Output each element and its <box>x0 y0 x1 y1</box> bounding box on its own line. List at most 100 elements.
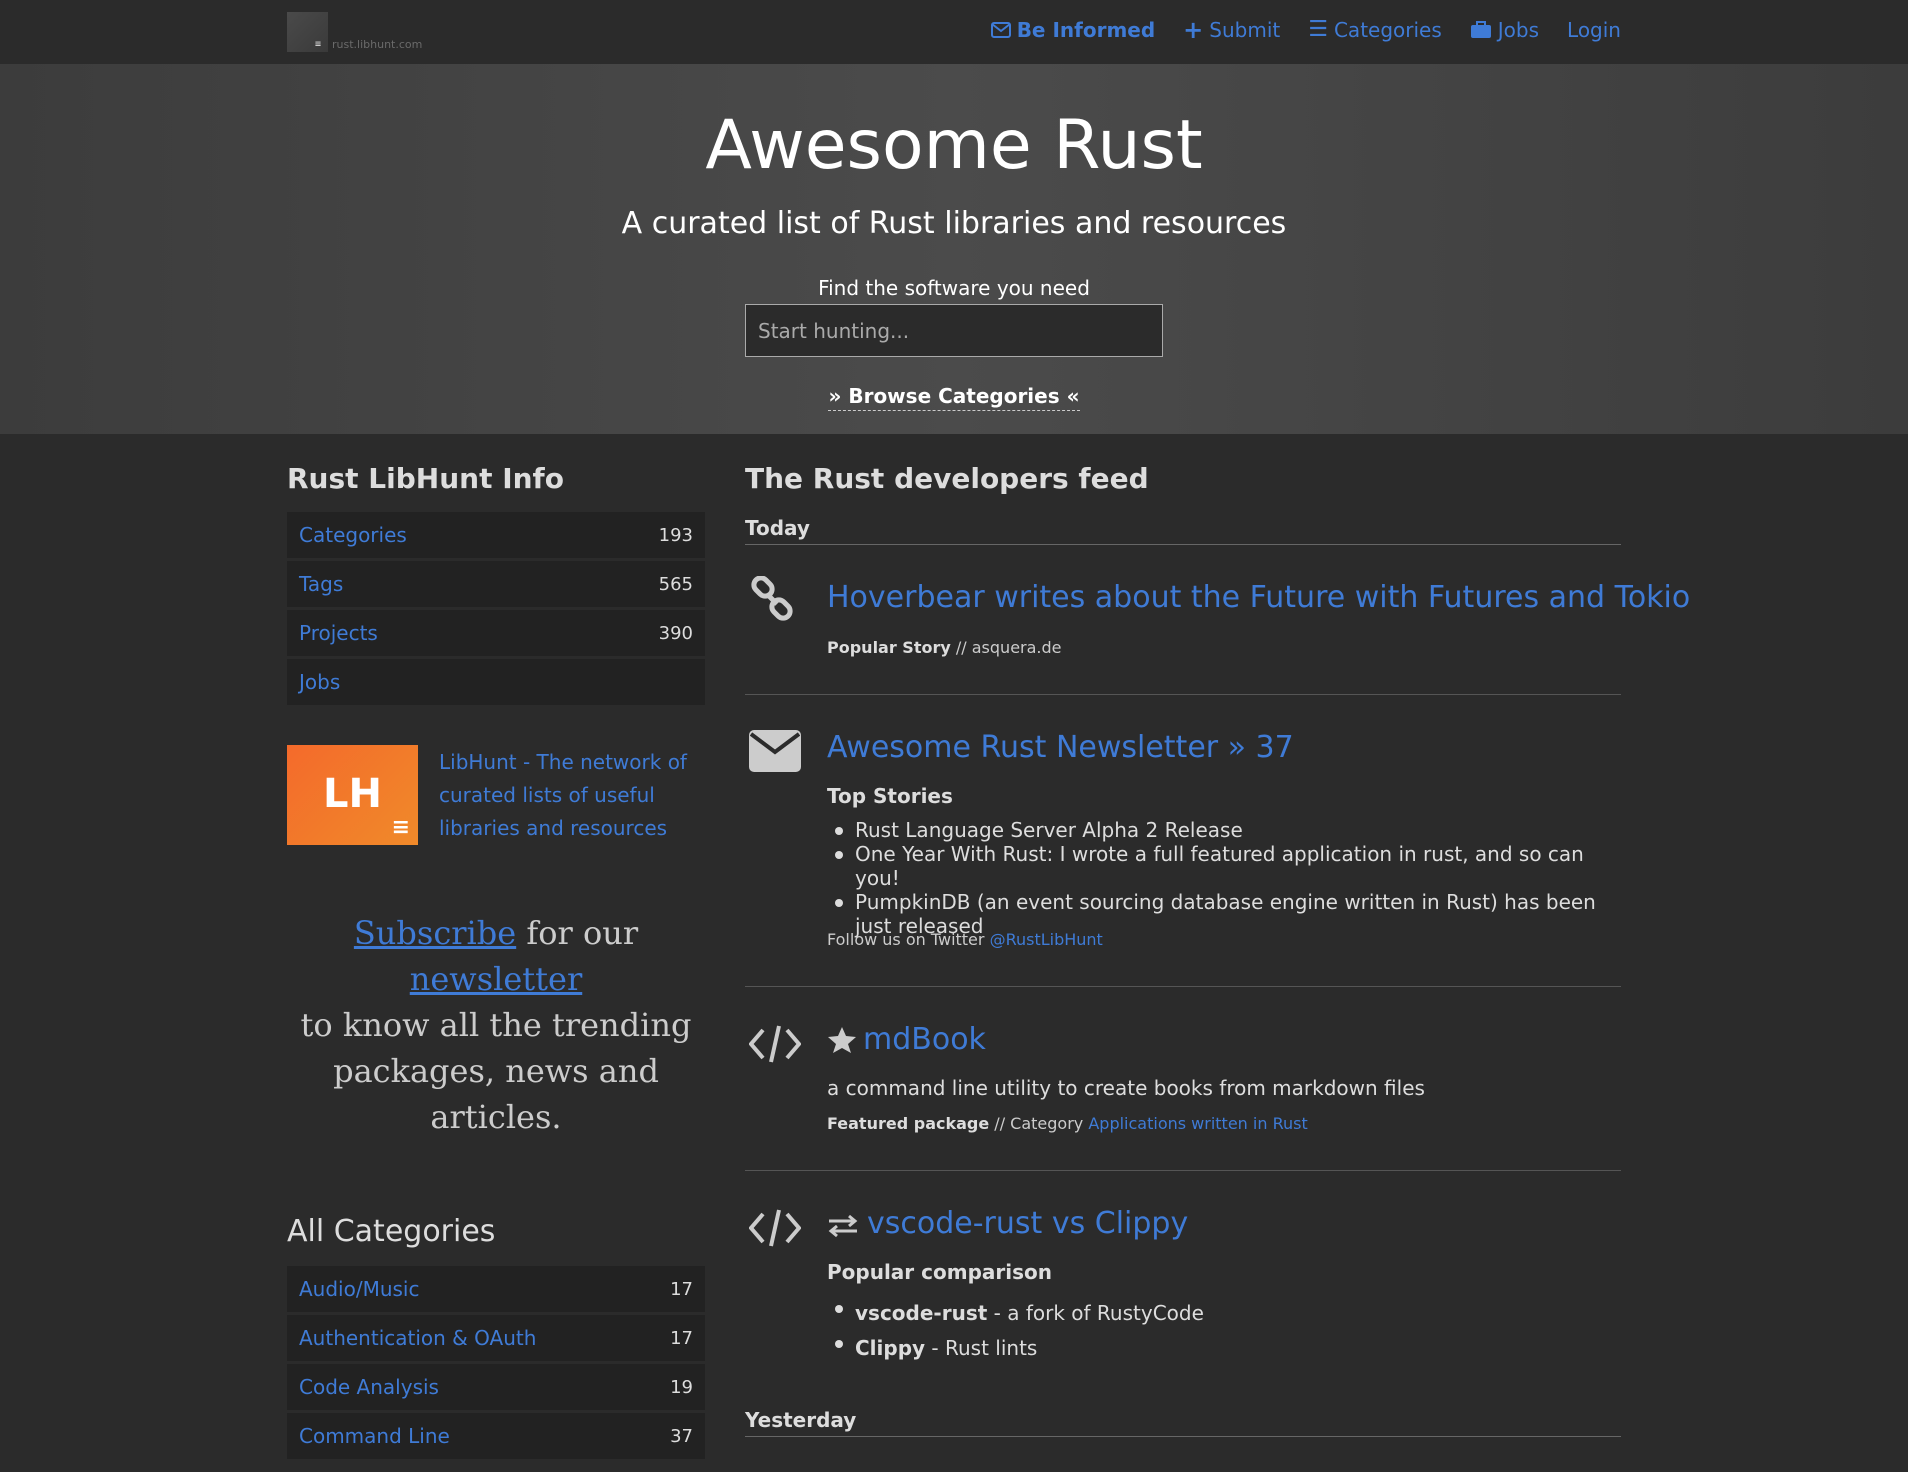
top-stories-heading: Top Stories <box>827 784 953 808</box>
link-icon <box>751 576 793 621</box>
category-list: Audio/Music 17 Authentication & OAuth 17 C… <box>287 1266 705 1462</box>
info-count: 390 <box>658 622 693 644</box>
top-stories-list: Rust Language Server Alpha 2 Release One… <box>827 818 1617 938</box>
newsletter-link[interactable]: newsletter <box>410 960 582 998</box>
comparison-item[interactable]: vscode-rust - a fork of RustyCode <box>827 1296 1617 1331</box>
meta-source: asquera.de <box>971 638 1062 657</box>
nav-menu: Be Informed + Submit ☰ Categories Jobs L… <box>990 18 1621 42</box>
browse-categories-link[interactable]: » Browse Categories « <box>0 384 1908 411</box>
info-count: 193 <box>658 524 693 546</box>
nav-label: Be Informed <box>1016 18 1156 42</box>
feed-item-meta: Featured package // Category Application… <box>827 1114 1308 1133</box>
comparison-item[interactable]: Clippy - Rust lints <box>827 1331 1617 1366</box>
subscribe-text: for our <box>526 914 639 952</box>
site-logo[interactable] <box>287 12 328 52</box>
package-description: a command line utility to create books f… <box>827 1076 1425 1100</box>
menu-icon: ≡ <box>391 815 410 840</box>
feed-item-meta: Popular Story // asquera.de <box>827 638 1062 657</box>
nav-submit[interactable]: + Submit <box>1183 18 1280 42</box>
info-label: Categories <box>299 523 407 547</box>
follow-twitter: Follow us on Twitter @RustLibHunt <box>827 930 1103 949</box>
category-count: 17 <box>670 1327 693 1349</box>
libhunt-logo-text: LH <box>323 771 382 817</box>
nav-be-informed[interactable]: Be Informed <box>990 18 1156 42</box>
list-icon: ☰ <box>1308 17 1328 42</box>
info-label: Jobs <box>299 670 341 694</box>
exchange-icon <box>828 1214 858 1238</box>
category-item[interactable]: Audio/Music 17 <box>287 1266 705 1312</box>
project-desc: - a fork of RustyCode <box>987 1301 1204 1325</box>
subscribe-block: Subscribe for our newsletter to know all… <box>287 910 705 1140</box>
project-name[interactable]: Clippy <box>855 1336 925 1360</box>
category-item[interactable]: Command Line 37 <box>287 1413 705 1459</box>
feed-item-title[interactable]: Awesome Rust Newsletter » 37 <box>827 730 1294 765</box>
category-item[interactable]: Authentication & OAuth 17 <box>287 1315 705 1361</box>
category-label: Code Analysis <box>299 1375 439 1399</box>
feed-heading: The Rust developers feed <box>745 462 1149 495</box>
envelope-icon <box>990 22 1011 38</box>
day-heading-today: Today <box>745 516 1621 545</box>
nav-jobs[interactable]: Jobs <box>1470 18 1539 42</box>
search-input[interactable] <box>745 304 1163 357</box>
category-count: 37 <box>670 1425 693 1447</box>
libhunt-logo[interactable]: LH ≡ <box>287 745 418 845</box>
meta-kind: Featured package <box>827 1114 990 1133</box>
category-count: 19 <box>670 1376 693 1398</box>
category-label: Command Line <box>299 1424 450 1448</box>
meta-kind: Popular Story <box>827 638 951 657</box>
code-icon <box>749 1209 801 1247</box>
hero-banner: Awesome Rust A curated list of Rust libr… <box>0 64 1908 434</box>
libhunt-link[interactable]: LibHunt - The network of curated lists o… <box>439 746 699 845</box>
code-icon <box>749 1025 801 1063</box>
info-item-projects[interactable]: Projects 390 <box>287 610 705 656</box>
category-item[interactable]: Code Analysis 19 <box>287 1364 705 1410</box>
info-label: Tags <box>299 572 344 596</box>
site-domain[interactable]: rust.libhunt.com <box>332 38 422 51</box>
all-categories-heading: All Categories <box>287 1214 496 1249</box>
story-link[interactable]: One Year With Rust: I wrote a full featu… <box>827 842 1617 890</box>
feed-item-title[interactable]: Hoverbear writes about the Future with F… <box>827 580 1690 615</box>
feed-item-title[interactable]: mdBook <box>863 1022 986 1057</box>
divider <box>745 1170 1621 1171</box>
subscribe-tail: to know all the trending packages, news … <box>300 1006 692 1136</box>
info-label: Projects <box>299 621 378 645</box>
nav-label: Submit <box>1209 18 1281 42</box>
browse-categories-label: » Browse Categories « <box>828 384 1080 411</box>
category-label: Authentication & OAuth <box>299 1326 537 1350</box>
top-navbar: ≡ rust.libhunt.com Be Informed + Submit … <box>0 0 1908 64</box>
category-label: Audio/Music <box>299 1277 420 1301</box>
info-item-categories[interactable]: Categories 193 <box>287 512 705 558</box>
follow-text: Follow us on Twitter <box>827 930 985 949</box>
envelope-icon <box>749 730 801 772</box>
feed-item-title[interactable]: vscode-rust vs Clippy <box>867 1206 1188 1241</box>
briefcase-icon <box>1470 21 1491 38</box>
category-count: 17 <box>670 1278 693 1300</box>
info-heading: Rust LibHunt Info <box>287 462 564 495</box>
star-icon <box>828 1027 856 1053</box>
page-subtitle: A curated list of Rust libraries and res… <box>621 206 1287 241</box>
nav-login[interactable]: Login <box>1567 18 1621 42</box>
divider <box>745 694 1621 695</box>
info-item-tags[interactable]: Tags 565 <box>287 561 705 607</box>
project-name[interactable]: vscode-rust <box>855 1301 987 1325</box>
comparison-heading: Popular comparison <box>827 1260 1052 1284</box>
page-title: Awesome Rust <box>705 106 1203 185</box>
nav-label: Categories <box>1333 18 1442 42</box>
subscribe-link[interactable]: Subscribe <box>354 914 516 952</box>
nav-label: Login <box>1567 18 1621 42</box>
category-link[interactable]: Applications written in Rust <box>1088 1114 1307 1133</box>
twitter-link[interactable]: @RustLibHunt <box>990 930 1103 949</box>
divider <box>745 986 1621 987</box>
meta-separator: // <box>950 638 972 657</box>
search-label: Find the software you need <box>818 276 1090 300</box>
nav-categories[interactable]: ☰ Categories <box>1308 18 1442 42</box>
story-link[interactable]: Rust Language Server Alpha 2 Release <box>827 818 1617 842</box>
day-heading-yesterday: Yesterday <box>745 1408 1621 1437</box>
info-count: 565 <box>658 573 693 595</box>
project-desc: - Rust lints <box>925 1336 1038 1360</box>
nav-label: Jobs <box>1497 18 1540 42</box>
plus-icon: + <box>1183 16 1204 44</box>
comparison-list: vscode-rust - a fork of RustyCode Clippy… <box>827 1296 1617 1366</box>
info-item-jobs[interactable]: Jobs <box>287 659 705 705</box>
menu-icon: ≡ <box>315 39 322 50</box>
